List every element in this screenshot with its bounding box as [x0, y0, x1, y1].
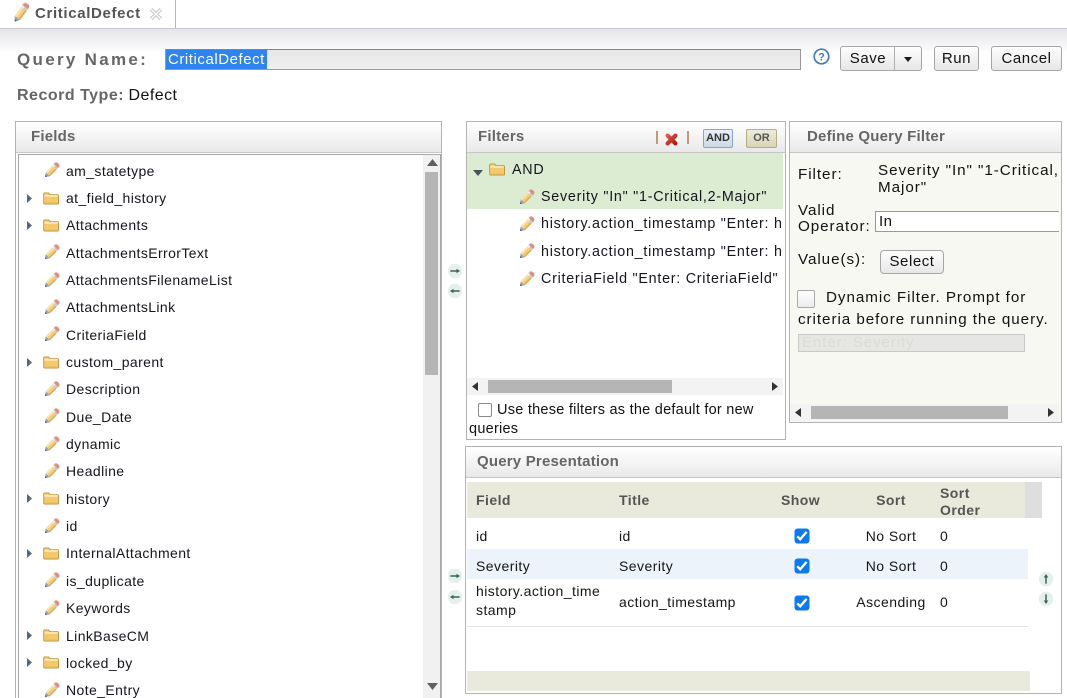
svg-text:?: ? [818, 51, 825, 63]
